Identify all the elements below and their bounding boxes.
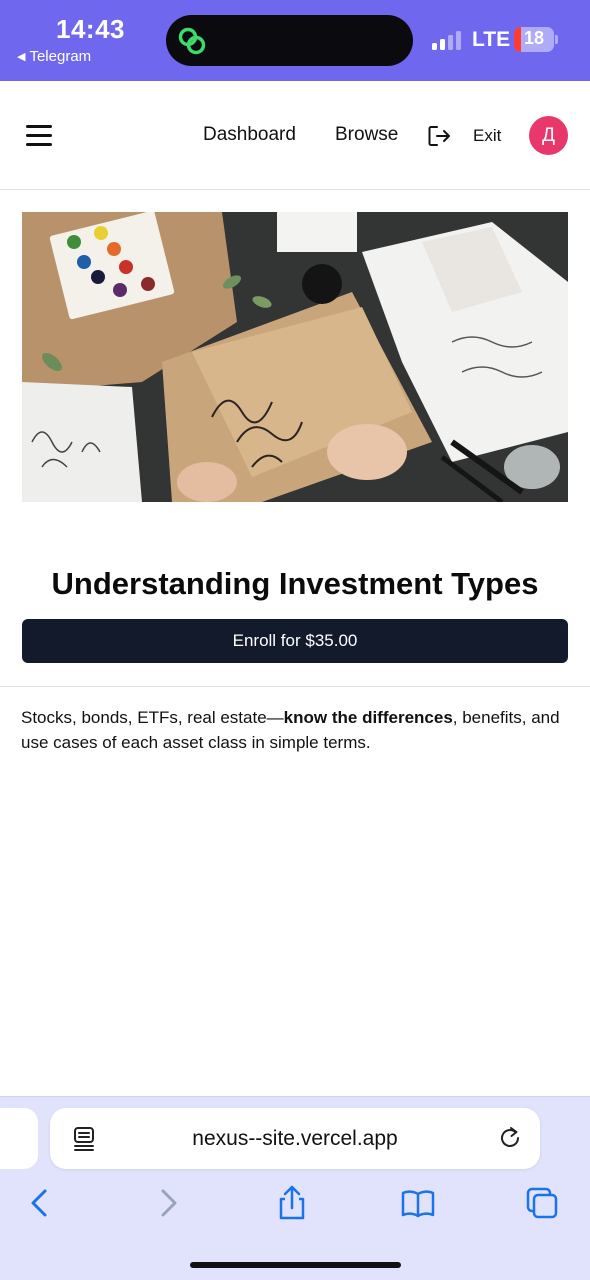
- browser-toolbar: nexus--site.vercel.app: [0, 1096, 590, 1280]
- nav-browse-link[interactable]: Browse: [335, 124, 398, 146]
- back-triangle-icon: ◀: [17, 51, 26, 63]
- course-hero-image: [22, 212, 568, 502]
- previous-tab-peek[interactable]: [0, 1108, 38, 1169]
- course-title: Understanding Investment Types: [51, 566, 539, 601]
- app-header: Dashboard Browse Exit Д: [0, 81, 590, 190]
- forward-chevron-icon[interactable]: [150, 1185, 186, 1221]
- network-type: LTE: [472, 28, 511, 51]
- enroll-button[interactable]: Enroll for $35.00: [22, 619, 568, 663]
- bookmarks-icon[interactable]: [400, 1185, 436, 1221]
- battery-level: 18: [523, 28, 545, 48]
- description-text-start: Stocks, bonds, ETFs, real estate—: [21, 708, 284, 727]
- dynamic-island: [166, 15, 413, 66]
- reload-icon[interactable]: [497, 1125, 523, 1151]
- address-bar[interactable]: nexus--site.vercel.app: [50, 1108, 540, 1169]
- battery-icon: 18: [514, 27, 554, 52]
- back-to-app-link[interactable]: ◀ Telegram: [17, 48, 91, 65]
- description-emphasis: know the differences: [283, 708, 453, 727]
- exit-arrow-icon[interactable]: [428, 125, 452, 147]
- status-time: 14:43: [56, 14, 125, 44]
- share-icon[interactable]: [274, 1185, 310, 1221]
- link-rings-icon: [178, 27, 206, 55]
- nav-dashboard-link[interactable]: Dashboard: [203, 124, 296, 146]
- battery-tip: [555, 35, 558, 44]
- course-description: Stocks, bonds, ETFs, real estate—know th…: [21, 705, 571, 755]
- home-indicator: [190, 1262, 401, 1268]
- back-chevron-icon[interactable]: [22, 1185, 58, 1221]
- section-divider: [0, 686, 590, 687]
- tabs-icon[interactable]: [524, 1185, 560, 1221]
- cellular-signal-icon: [432, 30, 461, 50]
- user-avatar[interactable]: Д: [529, 116, 568, 155]
- exit-button[interactable]: Exit: [473, 126, 501, 146]
- status-bar: 14:43 ◀ Telegram LTE 18: [0, 0, 590, 81]
- url-text[interactable]: nexus--site.vercel.app: [50, 1127, 540, 1151]
- back-app-label: Telegram: [29, 48, 92, 65]
- hamburger-menu-icon[interactable]: [26, 125, 52, 147]
- hand-lettering-desk-photo: [22, 212, 568, 502]
